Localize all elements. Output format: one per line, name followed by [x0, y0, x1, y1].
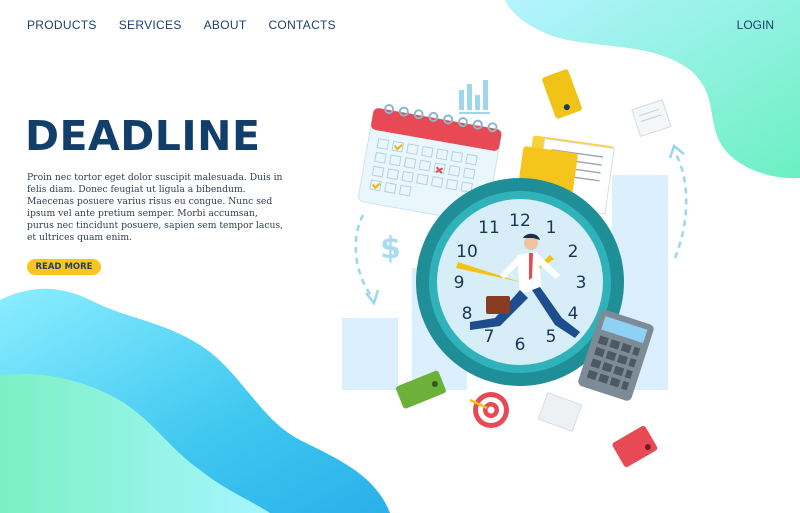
bar-chart-icon [459, 80, 490, 114]
svg-text:3: 3 [576, 273, 587, 293]
deadline-illustration: $ 12 1 2 3 4 5 6 7 8 9 10 11 [342, 69, 688, 468]
svg-text:9: 9 [454, 273, 465, 293]
svg-text:10: 10 [456, 242, 478, 262]
paper-bottom-icon [537, 392, 583, 432]
svg-text:1: 1 [546, 218, 557, 238]
nav-contacts[interactable]: CONTACTS [268, 18, 336, 32]
svg-text:7: 7 [484, 327, 495, 347]
read-more-button[interactable]: READ MORE [27, 259, 101, 275]
dollar-icon: $ [380, 231, 401, 266]
red-wallet-icon [612, 425, 658, 468]
nav-products[interactable]: PRODUCTS [27, 18, 97, 32]
login-link[interactable]: LOGIN [737, 18, 774, 32]
nav-about[interactable]: ABOUT [204, 18, 247, 32]
dashed-arrow-right [673, 151, 688, 259]
paper-icon [631, 99, 672, 137]
dashed-arrow-left [354, 214, 374, 299]
wallet-icon [542, 69, 582, 119]
svg-text:2: 2 [568, 242, 579, 262]
top-nav: PRODUCTS SERVICES ABOUT CONTACTS [27, 18, 358, 32]
target-icon [469, 392, 509, 428]
page-title: DEADLINE [25, 112, 261, 160]
svg-text:5: 5 [546, 327, 557, 347]
svg-text:12: 12 [509, 211, 531, 231]
svg-text:4: 4 [568, 304, 579, 324]
nav-services[interactable]: SERVICES [119, 18, 182, 32]
svg-text:6: 6 [515, 335, 526, 355]
svg-text:8: 8 [462, 304, 473, 324]
hero-description: Proin nec tortor eget dolor suscipit mal… [27, 172, 284, 243]
svg-text:11: 11 [478, 218, 500, 238]
